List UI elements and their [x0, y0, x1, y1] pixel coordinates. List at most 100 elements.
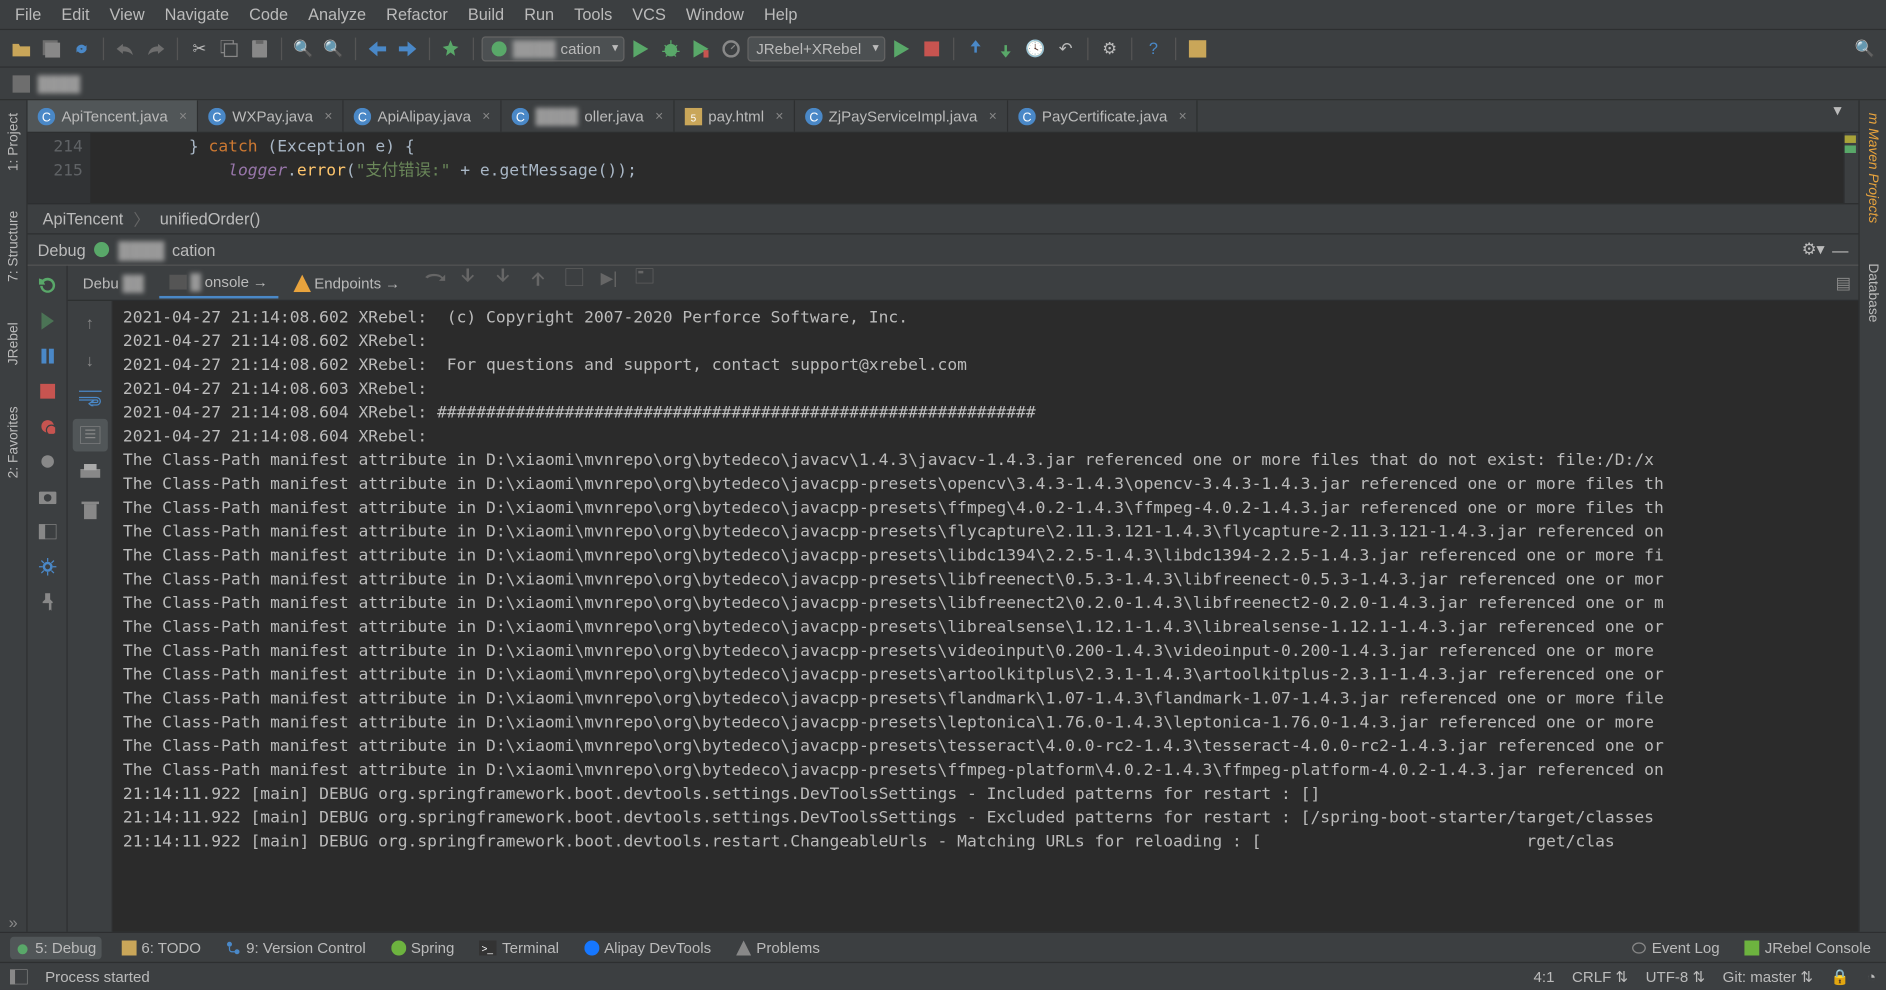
endpoints-tab[interactable]: Endpoints →	[283, 269, 410, 297]
editor-area[interactable]: 214 215 } catch (Exception e) { logger.e…	[28, 133, 1859, 203]
menu-navigate[interactable]: Navigate	[155, 3, 239, 27]
up-stacktrace-icon[interactable]: ↑	[72, 306, 107, 339]
profile-icon[interactable]	[717, 34, 745, 62]
debug-hide-icon[interactable]: —	[1832, 240, 1848, 259]
find-icon[interactable]: 🔍	[290, 34, 318, 62]
toolwindow-vcs[interactable]: 9: Version Control	[221, 936, 371, 959]
editor-minimap[interactable]	[1843, 133, 1858, 203]
clear-all-icon[interactable]	[72, 494, 107, 527]
close-icon[interactable]: ×	[482, 108, 490, 123]
force-step-into-icon[interactable]	[495, 268, 525, 298]
toolwindow-terminal[interactable]: >_Terminal	[474, 936, 563, 959]
layout-icon[interactable]	[32, 517, 62, 547]
open-icon[interactable]	[8, 34, 36, 62]
toolwindow-quick-access-icon[interactable]	[10, 969, 28, 984]
menu-run[interactable]: Run	[514, 3, 564, 27]
run-icon[interactable]	[627, 34, 655, 62]
crumb-method[interactable]: unifiedOrder()	[160, 209, 261, 228]
drop-frame-icon[interactable]	[566, 268, 596, 298]
stop-icon[interactable]	[918, 34, 946, 62]
forward-icon[interactable]	[394, 34, 422, 62]
soft-wrap-icon[interactable]	[72, 381, 107, 414]
paste-icon[interactable]	[246, 34, 274, 62]
jrebel-panel-icon[interactable]	[1183, 34, 1211, 62]
toolwindow-project[interactable]: 1: Project	[3, 105, 23, 178]
settings-icon[interactable]: ⚙	[1096, 34, 1124, 62]
close-icon[interactable]: ×	[1179, 108, 1187, 123]
editor-code[interactable]: } catch (Exception e) { logger.error("支付…	[90, 133, 1843, 203]
status-line-sep[interactable]: CRLF ⇅	[1572, 967, 1628, 985]
vcs-update-icon[interactable]	[962, 34, 990, 62]
console-tab[interactable]: █onsole →	[159, 268, 278, 298]
status-git-branch[interactable]: Git: master ⇅	[1723, 967, 1813, 985]
status-lock-icon[interactable]: 🔒	[1831, 967, 1850, 985]
view-breakpoints-icon[interactable]	[32, 411, 62, 441]
debug-settings-icon[interactable]: ⚙▾	[1802, 240, 1825, 260]
console-more-icon[interactable]: ▤	[1835, 273, 1850, 293]
jrebel-select[interactable]: JRebel+XRebel	[747, 36, 885, 61]
tab-wxpay[interactable]: C WXPay.java ×	[198, 100, 343, 131]
toolwindow-spring[interactable]: Spring	[386, 936, 460, 959]
down-stacktrace-icon[interactable]: ↓	[72, 344, 107, 377]
close-icon[interactable]: ×	[179, 108, 187, 123]
menu-edit[interactable]: Edit	[51, 3, 99, 27]
toolwindow-structure[interactable]: 7: Structure	[3, 204, 23, 290]
menu-vcs[interactable]: VCS	[622, 3, 676, 27]
tab-zjpayservice[interactable]: C ZjPayServiceImpl.java ×	[795, 100, 1008, 131]
sync-icon[interactable]	[68, 34, 96, 62]
vcs-commit-icon[interactable]	[992, 34, 1020, 62]
debug-icon[interactable]	[657, 34, 685, 62]
step-over-icon[interactable]	[425, 268, 455, 298]
close-icon[interactable]: ×	[775, 108, 783, 123]
tab-controller[interactable]: C ████oller.java ×	[502, 100, 675, 131]
editor-breadcrumb[interactable]: ApiTencent 〉 unifiedOrder()	[28, 203, 1859, 233]
run-to-cursor-icon[interactable]: ▶|	[601, 268, 631, 298]
pause-icon[interactable]	[32, 341, 62, 371]
status-caret-pos[interactable]: 4:1	[1534, 967, 1555, 985]
run-config-select[interactable]: ████cation	[482, 36, 625, 61]
crumb-class[interactable]: ApiTencent	[43, 209, 124, 228]
step-out-icon[interactable]	[530, 268, 560, 298]
status-encoding[interactable]: UTF-8 ⇅	[1646, 967, 1705, 985]
vcs-revert-icon[interactable]: ↶	[1052, 34, 1080, 62]
toolwindow-database[interactable]: Database	[1863, 256, 1883, 330]
status-memory-icon[interactable]: ◔	[1867, 967, 1876, 985]
menu-build[interactable]: Build	[458, 3, 514, 27]
toolwindow-alipay[interactable]: Alipay DevTools	[579, 936, 716, 959]
toolwindow-problems[interactable]: Problems	[731, 936, 825, 959]
toolwindow-event-log[interactable]: Event Log	[1627, 936, 1725, 959]
run-coverage-icon[interactable]	[687, 34, 715, 62]
save-all-icon[interactable]	[38, 34, 66, 62]
menu-file[interactable]: File	[5, 3, 51, 27]
menu-refactor[interactable]: Refactor	[376, 3, 458, 27]
close-icon[interactable]: ×	[324, 108, 332, 123]
rerun-icon[interactable]	[32, 271, 62, 301]
pin-icon[interactable]	[32, 587, 62, 617]
help-icon[interactable]: ?	[1140, 34, 1168, 62]
debugger-tab[interactable]: Debu██	[73, 269, 154, 297]
undo-icon[interactable]	[112, 34, 140, 62]
menu-help[interactable]: Help	[754, 3, 808, 27]
toolwindow-more-icon[interactable]: »	[9, 913, 18, 932]
redo-icon[interactable]	[142, 34, 170, 62]
cut-icon[interactable]: ✂	[186, 34, 214, 62]
tabs-dropdown-icon[interactable]: ▾	[1833, 100, 1858, 131]
console-output[interactable]: 2021-04-27 21:14:08.602 XRebel: (c) Copy…	[113, 301, 1859, 932]
build-icon[interactable]	[438, 34, 466, 62]
close-icon[interactable]: ×	[989, 108, 997, 123]
step-into-icon[interactable]	[460, 268, 490, 298]
stop-icon[interactable]	[32, 376, 62, 406]
menu-analyze[interactable]: Analyze	[298, 3, 376, 27]
mute-breakpoints-icon[interactable]	[32, 446, 62, 476]
evaluate-icon[interactable]	[636, 268, 666, 298]
toolwindow-debug[interactable]: 5: Debug	[10, 936, 101, 959]
toolwindow-jrebel[interactable]: JRebel	[3, 315, 23, 373]
toolwindow-jrebel-console[interactable]: JRebel Console	[1740, 936, 1876, 959]
copy-icon[interactable]	[216, 34, 244, 62]
toolwindow-todo[interactable]: 6: TODO	[116, 936, 206, 959]
settings-icon[interactable]	[32, 552, 62, 582]
scroll-to-end-icon[interactable]	[72, 419, 107, 452]
print-icon[interactable]	[72, 456, 107, 489]
tab-apitencent[interactable]: C ApiTencent.java ×	[28, 100, 199, 131]
close-icon[interactable]: ×	[655, 108, 663, 123]
